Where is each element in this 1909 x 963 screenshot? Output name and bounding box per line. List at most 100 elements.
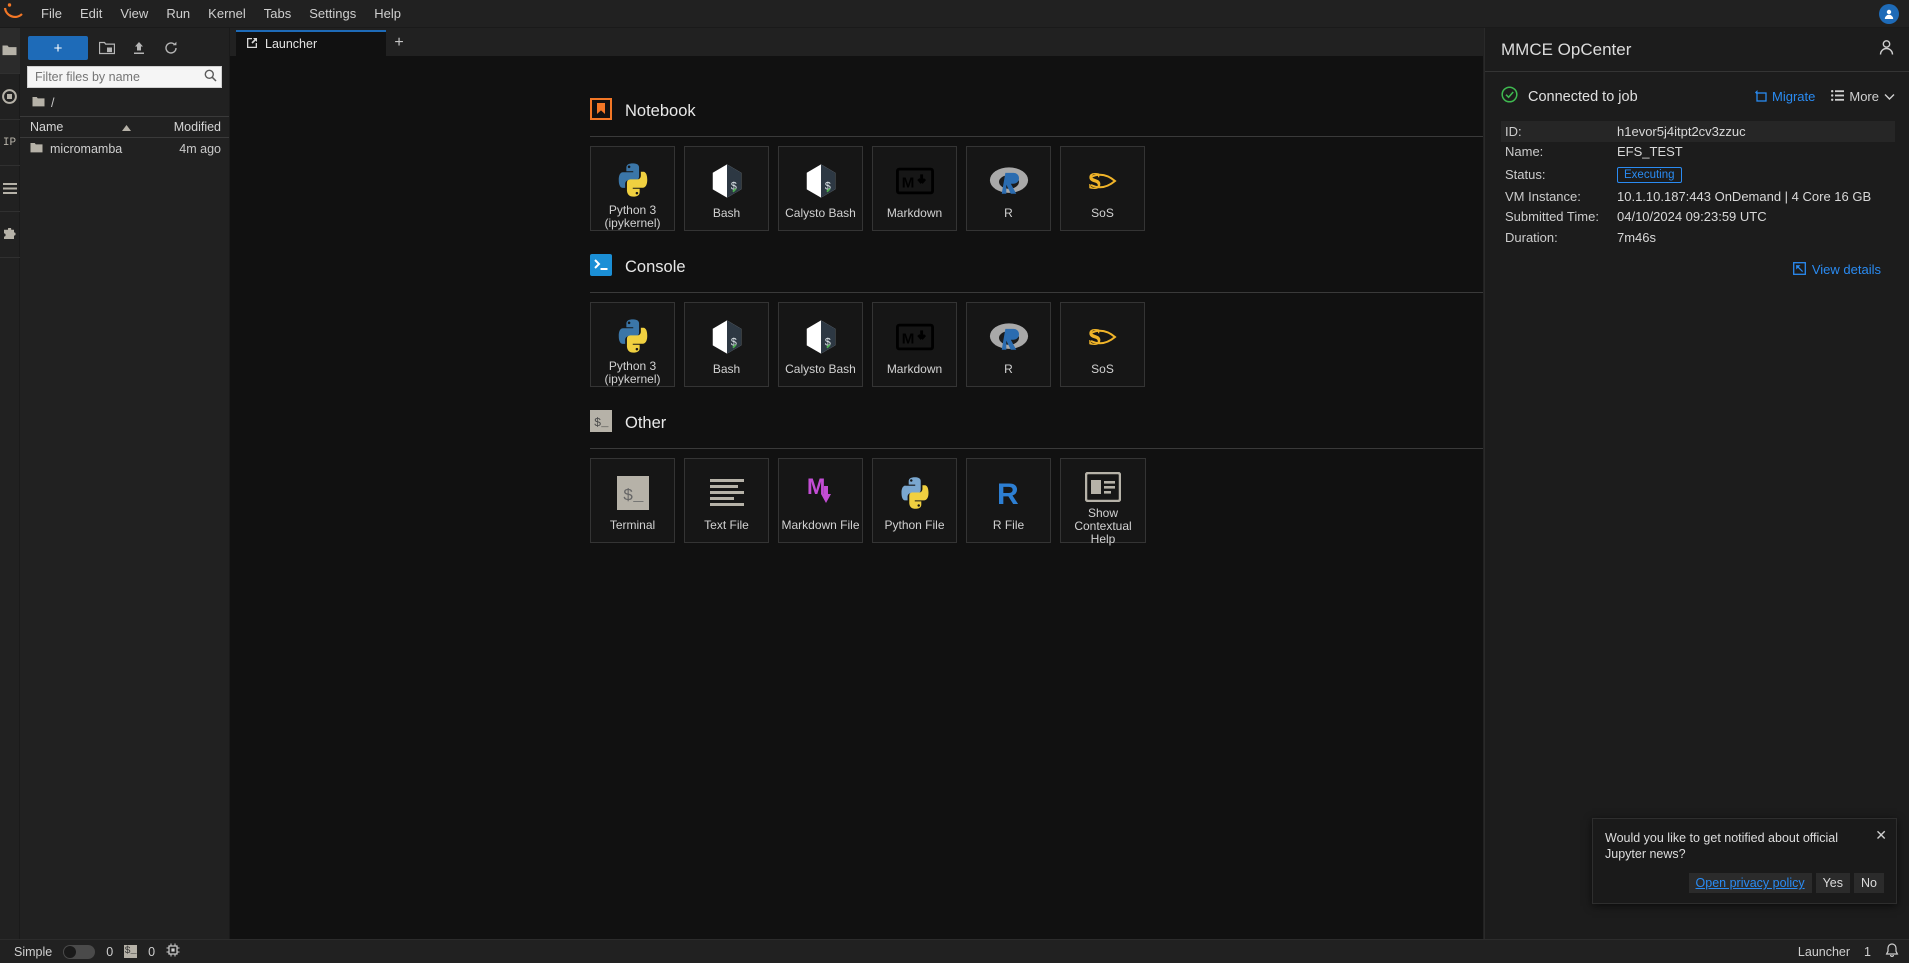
active-tab-label[interactable]: Launcher [1798, 945, 1850, 959]
detail-key: ID: [1505, 123, 1522, 139]
svg-text:$_: $_ [594, 416, 609, 430]
section-header: Notebook [590, 98, 1483, 125]
sidebar-item-extensions[interactable] [0, 212, 20, 258]
card-label: Terminal [609, 518, 656, 532]
menu-kernel[interactable]: Kernel [199, 2, 255, 26]
svg-text:S: S [1088, 325, 1101, 351]
card-label: Text File [704, 518, 749, 532]
file-browser-toolbar: + [20, 28, 229, 66]
menu-run[interactable]: Run [157, 2, 199, 26]
migrate-button[interactable]: Migrate [1754, 89, 1815, 105]
status-badge-wrap: Executing [1617, 166, 1682, 183]
breadcrumb[interactable]: / [20, 94, 229, 116]
detail-value: EFS_TEST [1617, 144, 1683, 160]
status-bar-right: Launcher 1 [1798, 942, 1899, 961]
sidebar-item-running[interactable] [0, 74, 20, 120]
bell-icon[interactable] [1885, 942, 1899, 961]
card-label: Bash [712, 206, 741, 220]
menu-file[interactable]: File [32, 2, 71, 26]
launcher-card-markdown[interactable]: M Markdown [872, 146, 957, 231]
more-label: More [1849, 89, 1879, 104]
toast-actions: Open privacy policy Yes No [1605, 873, 1884, 893]
launcher-card-console-bash[interactable]: $ Bash [684, 302, 769, 387]
card-label: Show Contextual Help [1074, 506, 1132, 546]
notebook-icon [590, 98, 612, 125]
python-icon [614, 160, 652, 199]
upload-icon[interactable] [126, 36, 152, 60]
sidebar-item-jupyternaut[interactable]: IP [0, 120, 20, 166]
cpu-icon[interactable] [166, 943, 180, 960]
launcher-card-r[interactable]: R [966, 146, 1051, 231]
python-icon [614, 316, 652, 355]
menu-settings[interactable]: Settings [300, 2, 365, 26]
view-details-button[interactable]: View details [1792, 261, 1881, 278]
launcher-card-bash[interactable]: $ Bash [684, 146, 769, 231]
section-title: Notebook [625, 102, 696, 120]
section-header: Console [590, 254, 1483, 281]
sidebar-item-file-browser[interactable] [0, 28, 20, 74]
list-icon [1831, 89, 1845, 104]
column-header-modified[interactable]: Modified [153, 120, 229, 134]
detail-value: 10.1.10.187:443 OnDemand | 4 Core 16 GB [1617, 188, 1872, 204]
simple-mode-toggle[interactable] [63, 944, 96, 959]
detail-key: Status: [1505, 166, 1546, 182]
connection-status-label: Connected to job [1528, 88, 1638, 105]
sort-ascending-icon [67, 120, 153, 134]
column-header-name[interactable]: Name [20, 120, 153, 134]
breadcrumb-root: / [51, 96, 55, 110]
tab-label: Launcher [265, 37, 318, 51]
svg-text:M: M [901, 175, 914, 192]
markdown-file-icon: M [803, 472, 839, 514]
yes-button[interactable]: Yes [1815, 873, 1851, 893]
menu-view[interactable]: View [111, 2, 157, 26]
launcher-card-sos[interactable]: S SoS [1060, 146, 1145, 231]
kernel-count[interactable]: 0 [106, 945, 113, 959]
menu-tabs[interactable]: Tabs [255, 2, 300, 26]
sos-icon: S [1086, 316, 1120, 358]
terminal-count[interactable]: 0 [148, 945, 155, 959]
detail-key: Duration: [1505, 229, 1558, 245]
user-icon[interactable] [1878, 39, 1895, 61]
add-tab-button[interactable]: + [386, 30, 412, 56]
folder-icon [32, 96, 45, 110]
sos-icon: S [1086, 160, 1120, 202]
launcher-card-console-markdown[interactable]: M Markdown [872, 302, 957, 387]
connection-status: Connected to job [1501, 86, 1638, 107]
launcher-card-console-calysto-bash[interactable]: $ Calysto Bash [778, 302, 863, 387]
launcher-card-python3[interactable]: Python 3 (ipykernel) [590, 146, 675, 231]
column-label-name: Name [30, 120, 64, 134]
card-label: Bash [712, 362, 741, 376]
launcher-card-calysto-bash[interactable]: $ Calysto Bash [778, 146, 863, 231]
job-detail-row-name: Name: EFS_TEST [1501, 142, 1895, 163]
search-input[interactable] [27, 66, 222, 88]
launcher-card-console-sos[interactable]: S SoS [1060, 302, 1145, 387]
launcher-card-markdown-file[interactable]: M Markdown File [778, 458, 863, 543]
more-button[interactable]: More [1831, 89, 1895, 104]
menu-help[interactable]: Help [365, 2, 410, 26]
check-circle-icon [1501, 86, 1518, 107]
new-launcher-button[interactable]: + [28, 36, 88, 60]
no-button[interactable]: No [1854, 873, 1884, 893]
new-folder-icon[interactable] [94, 36, 120, 60]
launcher-card-console-r[interactable]: R [966, 302, 1051, 387]
launcher-icon [246, 37, 258, 52]
detail-value: 04/10/2024 09:23:59 UTC [1617, 209, 1767, 225]
launcher-section-console: Console Python 3 (ipykernel) $ Bash $ Ca… [590, 254, 1483, 387]
launcher-card-python-file[interactable]: Python File [872, 458, 957, 543]
launcher-card-r-file[interactable]: R R File [966, 458, 1051, 543]
open-privacy-policy-button[interactable]: Open privacy policy [1688, 873, 1812, 893]
refresh-icon[interactable] [158, 36, 184, 60]
launcher-card-contextual-help[interactable]: Show Contextual Help [1060, 458, 1146, 546]
avatar[interactable] [1879, 4, 1899, 24]
launcher-card-text-file[interactable]: Text File [684, 458, 769, 543]
toast-message: Would you like to get notified about off… [1605, 831, 1839, 861]
file-list-item[interactable]: micromamba 4m ago [20, 138, 229, 160]
python-file-icon [897, 472, 933, 514]
launcher-card-terminal[interactable]: $_ Terminal [590, 458, 675, 543]
close-icon[interactable]: ✕ [1875, 827, 1887, 844]
tab-launcher[interactable]: Launcher [236, 30, 386, 56]
menu-edit[interactable]: Edit [71, 2, 111, 26]
launcher-card-console-python3[interactable]: Python 3 (ipykernel) [590, 302, 675, 387]
job-detail-row-vm-instance: VM Instance: 10.1.10.187:443 OnDemand | … [1501, 186, 1895, 207]
sidebar-item-commands[interactable] [0, 166, 20, 212]
